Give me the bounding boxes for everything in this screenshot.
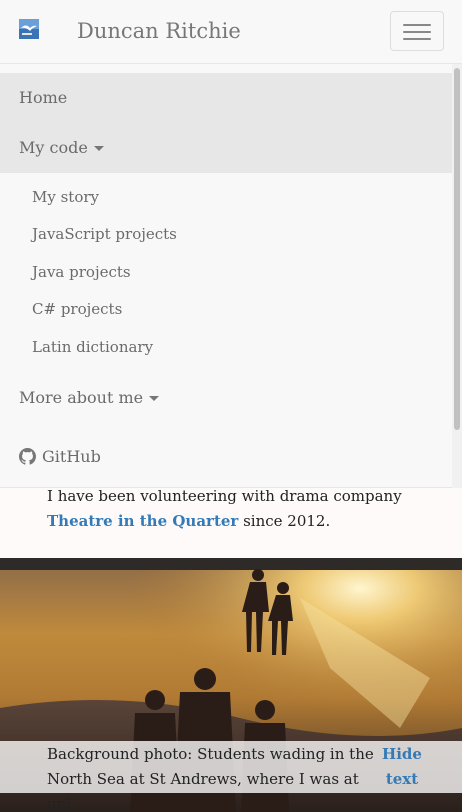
nav-item-home[interactable]: Home (0, 73, 452, 123)
theatre-link[interactable]: Theatre in the Quarter (47, 512, 238, 530)
nav-menu: Home My code My story JavaScript project… (0, 64, 462, 488)
photo-caption-bar: Background photo: Students wading in the… (0, 741, 462, 812)
seagull-logo-icon[interactable] (19, 19, 39, 39)
caret-down-icon (93, 146, 104, 151)
dropdown-item-latin-dictionary[interactable]: Latin dictionary (32, 338, 153, 356)
nav-item-more-about-me[interactable]: More about me (0, 373, 452, 423)
dropdown-item-javascript-projects[interactable]: JavaScript projects (32, 225, 177, 243)
navbar: Duncan Ritchie (0, 0, 462, 64)
caret-down-icon (149, 396, 160, 401)
photo-caption-text: Background photo: Students wading in the… (47, 745, 374, 812)
hide-text-link[interactable]: Hide text (378, 742, 426, 792)
nav-item-label: My code (19, 138, 88, 157)
github-icon (19, 448, 36, 465)
menu-toggle-button[interactable] (390, 11, 444, 51)
nav-item-label: Home (19, 88, 68, 107)
dropdown-item-csharp-projects[interactable]: C# projects (32, 300, 122, 318)
nav-item-label: More about me (19, 388, 144, 407)
nav-item-label: GitHub (42, 447, 101, 466)
dropdown-item-my-story[interactable]: My story (32, 188, 99, 206)
menu-scrollbar[interactable] (452, 64, 462, 488)
menu-scrollbar-thumb[interactable] (454, 68, 460, 430)
drama-paragraph: I have been volunteering with drama comp… (47, 484, 447, 534)
content-section: I have been volunteering with drama comp… (0, 487, 462, 558)
dropdown-item-java-projects[interactable]: Java projects (32, 263, 131, 281)
nav-item-my-code[interactable]: My code (0, 123, 452, 173)
page: I have been volunteering with drama comp… (0, 0, 462, 812)
paragraph-text-before: I have been volunteering with drama comp… (47, 487, 402, 505)
paragraph-text-after: since 2012. (238, 512, 331, 530)
nav-item-github[interactable]: GitHub (0, 432, 452, 482)
brand-name[interactable]: Duncan Ritchie (77, 17, 241, 45)
